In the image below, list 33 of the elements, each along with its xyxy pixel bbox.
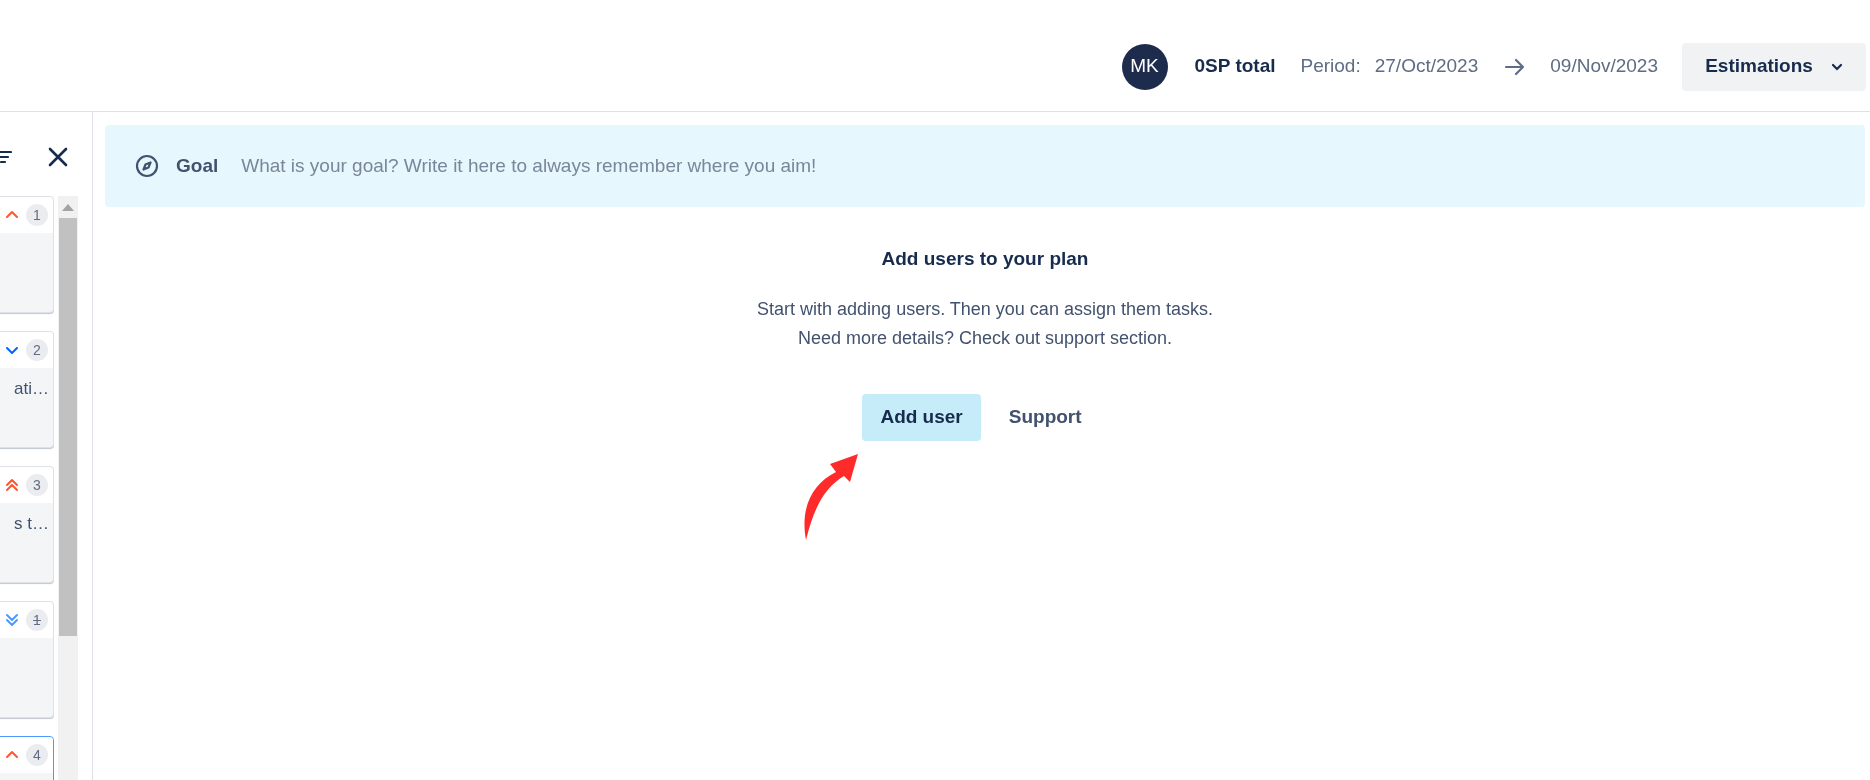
task-number: 3 — [26, 474, 48, 496]
double-chevron-up-icon — [4, 477, 20, 493]
empty-state-title: Add users to your plan — [881, 247, 1089, 271]
support-button[interactable]: Support — [990, 393, 1100, 441]
task-card[interactable]: 2 ati… — [0, 331, 54, 448]
period-label: Period: — [1300, 54, 1361, 79]
goal-bar[interactable]: Goal What is your goal? Write it here to always remember where you aim! — [105, 125, 1865, 207]
empty-state-text: Start with adding users. Then you can assign them tasks. — [757, 297, 1213, 321]
double-chevron-down-icon — [4, 612, 20, 628]
task-card[interactable]: 4 — [0, 736, 54, 780]
total-points: 0SP total — [1194, 54, 1276, 79]
close-icon[interactable] — [48, 147, 68, 167]
chevron-down-icon — [1830, 62, 1843, 71]
scrollbar[interactable] — [58, 196, 78, 780]
empty-state-text: Need more details? Check out support section. — [797, 326, 1173, 350]
add-user-button[interactable]: Add user — [862, 393, 981, 441]
task-number: 1 — [26, 204, 48, 226]
task-card[interactable]: 1 — [0, 196, 54, 313]
task-title: s t… — [14, 513, 49, 535]
task-card[interactable]: 1 — [0, 601, 54, 718]
task-card[interactable]: 3 s t… — [0, 466, 54, 583]
goal-label: Goal — [176, 153, 219, 178]
task-title: ati… — [14, 378, 49, 400]
compass-icon — [135, 154, 159, 178]
task-number: 1 — [26, 609, 48, 631]
task-number: 2 — [26, 339, 48, 361]
arrow-right-icon — [1504, 56, 1527, 77]
task-number: 4 — [26, 744, 48, 766]
goal-placeholder: What is your goal? Write it here to always remember where you aim! — [241, 153, 817, 178]
estimations-dropdown[interactable]: Estimations — [1682, 42, 1866, 91]
start-date: 27/Oct/2023 — [1374, 54, 1479, 79]
user-avatar[interactable]: MK — [1121, 43, 1168, 90]
end-date: 09/Nov/2023 — [1550, 54, 1658, 79]
